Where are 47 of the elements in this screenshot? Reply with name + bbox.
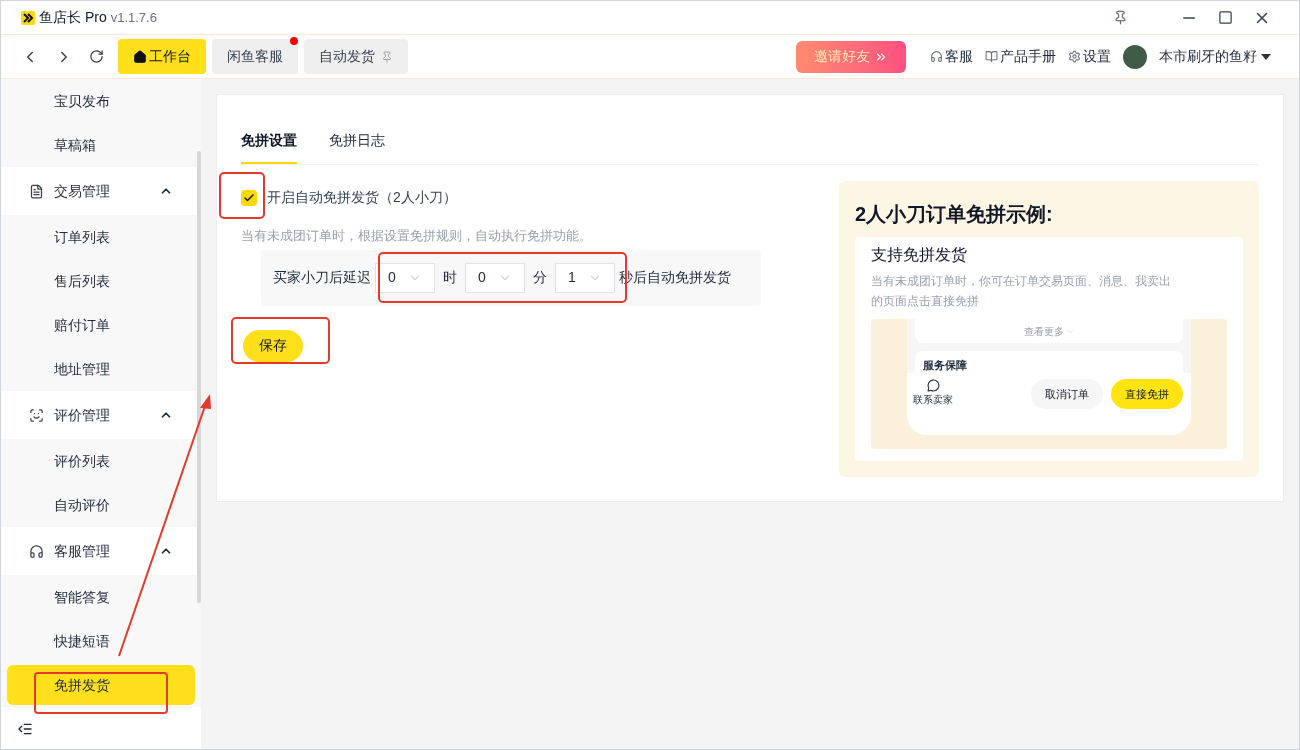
annotation-frame [219, 172, 265, 219]
link-icon [985, 50, 998, 63]
service-heading: 服务保障 [923, 357, 967, 373]
time-unit: 分 [532, 268, 548, 287]
app-logo-icon [21, 10, 35, 25]
link-icon [1068, 50, 1081, 63]
contact-label: 联系卖家 [913, 393, 953, 407]
time-unit: 时 [442, 268, 458, 287]
header-link[interactable]: 客服 [930, 46, 973, 67]
direct-button[interactable]: 直接免拼 [1111, 379, 1183, 409]
nav-tab[interactable]: 工作台 [118, 39, 206, 74]
header-link[interactable]: 产品手册 [985, 46, 1056, 67]
header-link[interactable]: 设置 [1068, 46, 1111, 67]
example-card-text: 当有未成团订单时，你可在订单交易页面、消息、我卖出的页面点击直接免拼 [871, 273, 1171, 310]
pin-icon [381, 50, 393, 63]
content-tab[interactable]: 免拼设置 [241, 119, 297, 164]
example-card-title: 支持免拼发货 [871, 245, 968, 265]
avatar[interactable] [1123, 44, 1147, 69]
group-icon [29, 183, 44, 199]
caret-icon[interactable] [1261, 53, 1271, 60]
checkbox[interactable] [241, 189, 257, 206]
description-text: 当有未成团订单时，根据设置免拼规则，自动执行免拼功能。 [241, 227, 593, 245]
number-select[interactable]: 0 [375, 262, 435, 293]
pin-icon[interactable] [1113, 10, 1128, 25]
sidebar-item[interactable]: 免拼发货 [7, 665, 195, 705]
link-icon [930, 50, 943, 63]
nav-tab[interactable]: 自动发货 [304, 39, 408, 74]
number-select[interactable]: 0 [465, 262, 525, 293]
nav-tab[interactable]: 闲鱼客服 [212, 39, 298, 74]
delay-prefix: 买家小刀后延迟 [273, 268, 371, 287]
content-tab[interactable]: 免拼日志 [329, 119, 385, 164]
check-icon [243, 191, 255, 204]
maximize-icon[interactable] [1218, 10, 1233, 25]
group-icon [29, 407, 44, 423]
checkbox-label[interactable]: 开启自动免拼发货（2人小刀） [267, 187, 457, 208]
example-title: 2人小刀订单免拼示例: [855, 202, 1054, 227]
group-icon [29, 543, 44, 559]
home-icon [133, 49, 147, 64]
user-name[interactable]: 本市刷牙的鱼籽 [1159, 46, 1257, 67]
app-name: 鱼店长 Pro [39, 8, 107, 27]
refresh-icon[interactable] [89, 49, 104, 64]
number-select[interactable]: 1 [555, 262, 615, 293]
cancel-order-button[interactable]: 取消订单 [1031, 379, 1103, 409]
save-button[interactable]: 保存 [243, 329, 303, 362]
collapse-sidebar-icon[interactable] [17, 721, 33, 737]
app-version: v1.1.7.6 [110, 8, 157, 27]
chat-icon [926, 379, 940, 392]
